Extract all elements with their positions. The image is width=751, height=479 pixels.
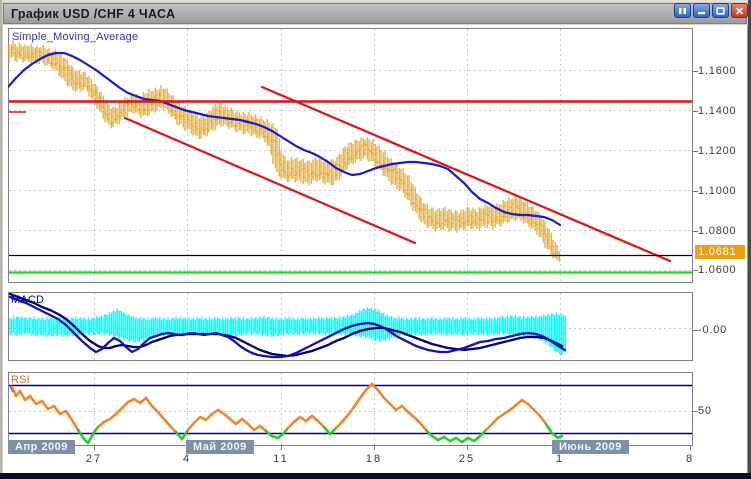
price-chart-panel[interactable] (8, 28, 693, 283)
time-axis-tick (690, 446, 691, 450)
time-axis-tick (94, 446, 95, 450)
price-scale-tick (693, 151, 698, 152)
price-scale-label: 1.1200 (698, 145, 736, 157)
macd-indicator-label: MACD (11, 294, 44, 306)
macd-panel[interactable] (8, 292, 693, 361)
price-scale-label: 1.1600 (698, 65, 736, 77)
time-axis-label: 4 (173, 453, 201, 465)
month-badge: Май 2009 (186, 440, 254, 454)
chart-content: Simple_Moving_Average MACD RSI 1.1600 1.1… (3, 25, 747, 473)
price-scale-label: 1.0600 (698, 264, 736, 276)
time-axis-label: 25 (453, 453, 481, 465)
time-axis-label: 18 (360, 453, 388, 465)
chart-window: График USD /CHF 4 ЧАСА Simple_Moving_Ave… (0, 0, 751, 479)
month-badge: Июнь 2009 (552, 440, 629, 454)
time-axis-label: 27 (80, 453, 108, 465)
price-scale-tick (693, 231, 698, 232)
sma-indicator-label: Simple_Moving_Average (12, 31, 138, 43)
price-scale-tick (693, 71, 698, 72)
pause-icon[interactable] (674, 3, 691, 18)
time-axis-tick (467, 446, 468, 450)
price-scale-tick (693, 111, 698, 112)
maximize-icon[interactable] (712, 3, 729, 18)
time-axis-label: 1 (546, 453, 574, 465)
close-icon[interactable] (731, 3, 748, 18)
time-axis-tick (281, 446, 282, 450)
time-axis-label: 8 (676, 453, 704, 465)
price-scale-tick (693, 330, 698, 331)
current-price-label: 1.0681 (695, 245, 745, 259)
minimize-icon[interactable] (693, 3, 710, 18)
price-scale-tick (693, 411, 698, 412)
window-border-top (0, 0, 751, 2)
window-title: График USD /CHF 4 ЧАСА (4, 7, 175, 21)
price-scale-tick (693, 270, 698, 271)
window-border-left (0, 0, 2, 479)
price-scale-tick (693, 191, 698, 192)
price-scale-label: 1.0800 (698, 225, 736, 237)
macd-scale-value: -0.00 (698, 324, 727, 336)
month-badge: Апр 2009 (8, 440, 75, 454)
window-titlebar[interactable]: График USD /CHF 4 ЧАСА (3, 3, 747, 24)
price-scale-label: 1.1000 (698, 185, 736, 197)
time-axis-label: 11 (267, 453, 295, 465)
window-border-bottom (0, 473, 751, 479)
rsi-indicator-label: RSI (11, 374, 30, 386)
time-axis-tick (374, 446, 375, 450)
rsi-panel[interactable] (8, 372, 693, 446)
rsi-scale-value: 50 (698, 405, 712, 417)
price-scale-label: 1.1400 (698, 105, 736, 117)
